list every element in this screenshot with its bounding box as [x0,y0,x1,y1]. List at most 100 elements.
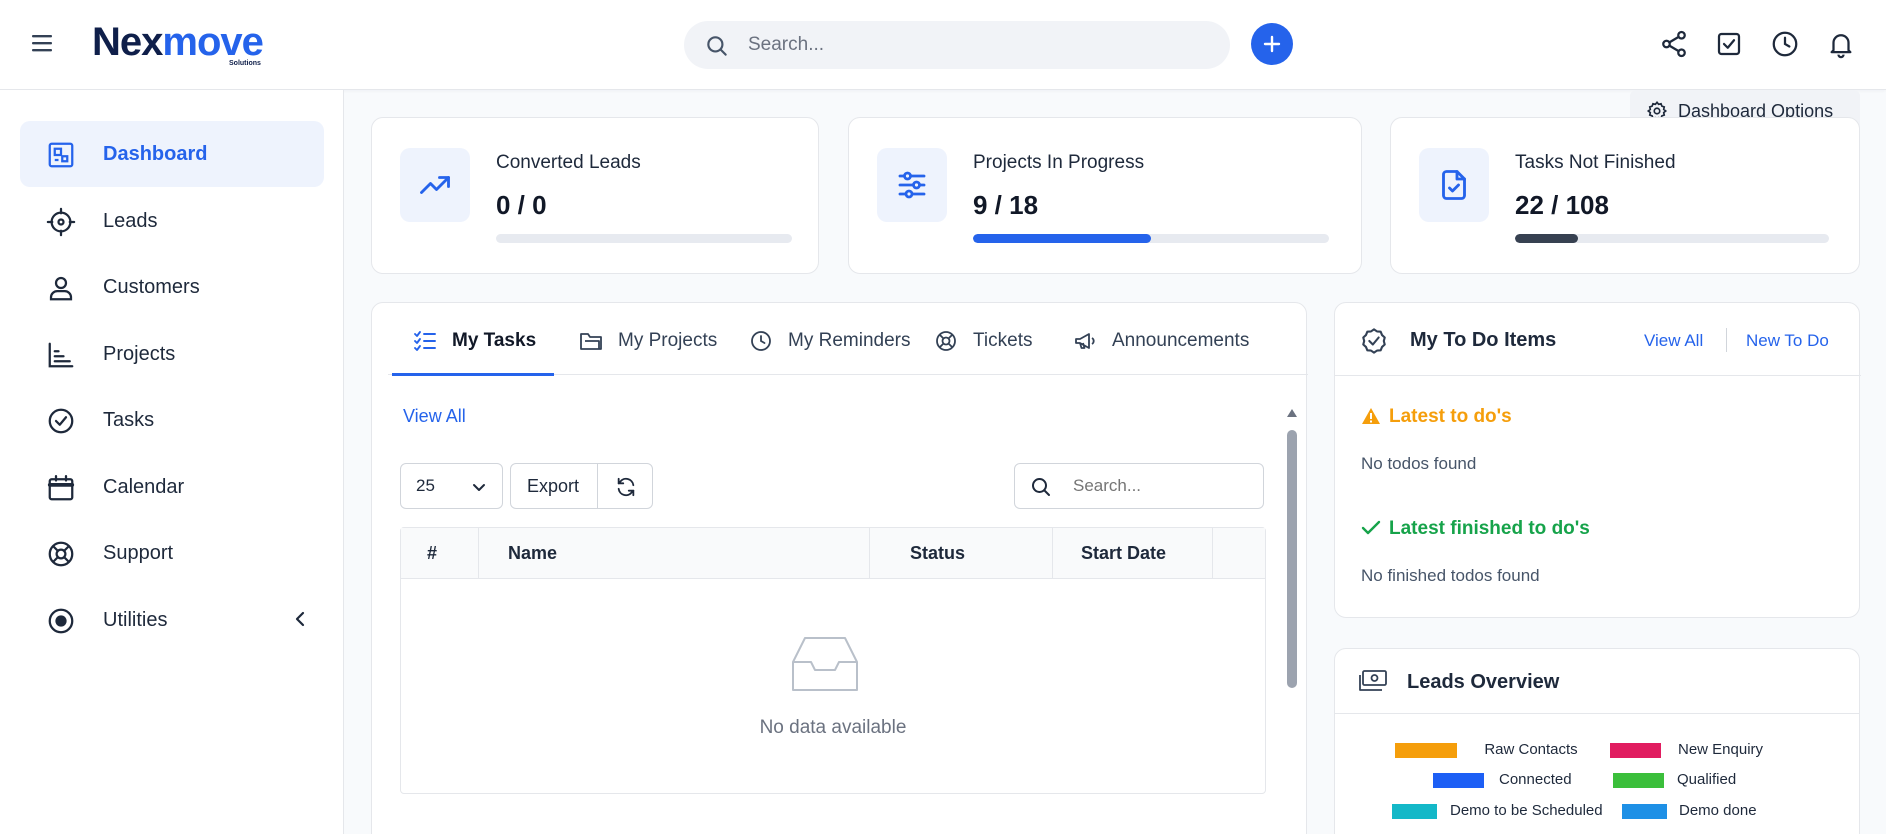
finished-todos-heading: Latest finished to do's [1389,518,1590,539]
chevron-down-icon [473,484,485,491]
stat-value: 22 / 108 [1515,190,1609,220]
sidebar-item-label: Tasks [103,409,155,431]
inbox-empty-icon [792,637,858,691]
tab-label: Tickets [973,330,1033,351]
tasks-table: # Name Status Start Date No data availab… [400,527,1266,794]
tab-my-reminders[interactable]: My Reminders [748,303,918,375]
tab-tickets[interactable]: Tickets [933,303,1043,375]
clock-icon[interactable] [1770,29,1800,59]
leads-overview-header: Leads Overview [1335,649,1859,714]
sliders-icon [877,148,947,222]
share-icon[interactable] [1659,29,1689,59]
tab-label: My Tasks [452,330,537,351]
tab-label: Announcements [1112,330,1250,351]
page-size-select[interactable]: 25 [400,463,503,509]
tab-my-projects[interactable]: My Projects [578,303,728,375]
panel-scrollbar[interactable] [1286,408,1298,688]
stat-card-converted-leads: Converted Leads 0 / 0 [371,117,819,274]
latest-todos-empty: No todos found [1361,454,1477,473]
sidebar-item-tasks[interactable]: Tasks [20,387,324,453]
stat-title: Converted Leads [496,152,641,173]
sidebar-item-dashboard[interactable]: Dashboard [20,121,324,187]
global-search[interactable] [684,21,1230,69]
tasks-view-all-link[interactable]: View All [403,406,466,427]
lifebuoy-icon [46,539,76,569]
todo-title: My To Do Items [1410,329,1557,351]
stat-title: Projects In Progress [973,152,1145,173]
file-check-icon [1419,148,1489,222]
menu-icon[interactable] [30,32,56,54]
check-circle-icon [46,406,76,436]
sidebar: Dashboard Leads Customers Projects Tasks… [0,90,344,834]
tasks-panel: My Tasks My Projects My Reminders Ticket… [371,302,1308,834]
legend-swatch [1610,743,1661,758]
tab-bar: My Tasks My Projects My Reminders Ticket… [388,303,1308,376]
legend-label: Raw Contacts [1484,741,1578,758]
refresh-button[interactable] [597,463,653,509]
leads-overview-panel: Leads Overview Raw Contacts New Enquiry … [1334,648,1860,834]
stat-progress-bar [973,234,1329,243]
tab-my-tasks[interactable]: My Tasks [392,303,554,376]
legend-label: Qualified [1677,771,1737,788]
sidebar-item-label: Support [103,542,174,564]
logo-wordmark: Nexmove [92,20,264,64]
quick-add-button[interactable] [1251,23,1293,65]
export-label: Export [527,476,580,496]
lifebuoy-icon [936,331,956,351]
legend-swatch [1622,804,1667,819]
sidebar-item-label: Leads [103,210,158,232]
sidebar-item-projects[interactable]: Projects [20,321,324,387]
user-icon [46,273,76,303]
sidebar-item-calendar[interactable]: Calendar [20,454,324,520]
badge-check-icon [1362,328,1386,354]
logo-subtitle: Solutions [229,60,261,67]
latest-todos-heading: Latest to do's [1389,406,1512,427]
todo-panel: My To Do Items View All New To Do Latest… [1334,302,1861,618]
legend-label: New Enquiry [1678,741,1764,758]
stat-title: Tasks Not Finished [1515,152,1676,173]
sidebar-item-customers[interactable]: Customers [20,254,324,320]
export-button[interactable]: Export [510,463,598,509]
clock-icon [751,331,771,351]
sidebar-item-label: Projects [103,343,176,365]
warning-icon [1362,408,1380,424]
tab-label: My Reminders [788,330,911,351]
table-search-input[interactable] [1073,464,1253,508]
stat-value: 9 / 18 [973,190,1039,220]
search-icon [1032,478,1050,496]
new-todo-link[interactable]: New To Do [1746,331,1829,351]
finished-todos-empty: No finished todos found [1361,566,1540,585]
sidebar-item-leads[interactable]: Leads [20,188,324,254]
sidebar-item-label: Customers [103,276,200,298]
tab-label: My Projects [618,330,718,351]
top-header: Nexmove Solutions [0,0,1886,90]
legend-label: Connected [1499,771,1572,788]
checkbox-icon[interactable] [1714,29,1744,59]
bell-icon[interactable] [1826,29,1856,59]
folder-icon [580,333,602,350]
sidebar-item-support[interactable]: Support [20,520,324,586]
scrollbar-thumb[interactable] [1287,430,1297,688]
column-header-status[interactable]: Status [870,528,1053,579]
column-header-start-date[interactable]: Start Date [1053,528,1213,579]
sidebar-item-utilities[interactable]: Utilities [20,587,324,653]
stat-progress-bar [1515,234,1829,243]
stat-progress-bar [496,234,792,243]
todo-view-all-link[interactable]: View All [1644,331,1703,351]
column-header-name[interactable]: Name [479,528,870,579]
dashboard-icon [46,140,76,170]
nexmove-logo[interactable]: Nexmove Solutions [92,18,264,68]
column-header-number[interactable]: # [401,528,479,579]
table-search[interactable] [1014,463,1264,509]
tab-announcements[interactable]: Announcements [1072,303,1262,375]
todo-panel-header: My To Do Items View All New To Do [1335,303,1861,376]
stat-card-tasks-not-finished: Tasks Not Finished 22 / 108 [1390,117,1860,274]
stat-progress-fill [973,234,1151,243]
sidebar-item-label: Calendar [103,476,185,498]
chevron-left-icon[interactable] [290,609,310,629]
leads-overview-title: Leads Overview [1407,671,1560,693]
global-search-input[interactable] [748,21,1208,69]
trending-up-icon [400,148,470,222]
search-icon [704,33,730,59]
radio-icon [46,606,76,636]
